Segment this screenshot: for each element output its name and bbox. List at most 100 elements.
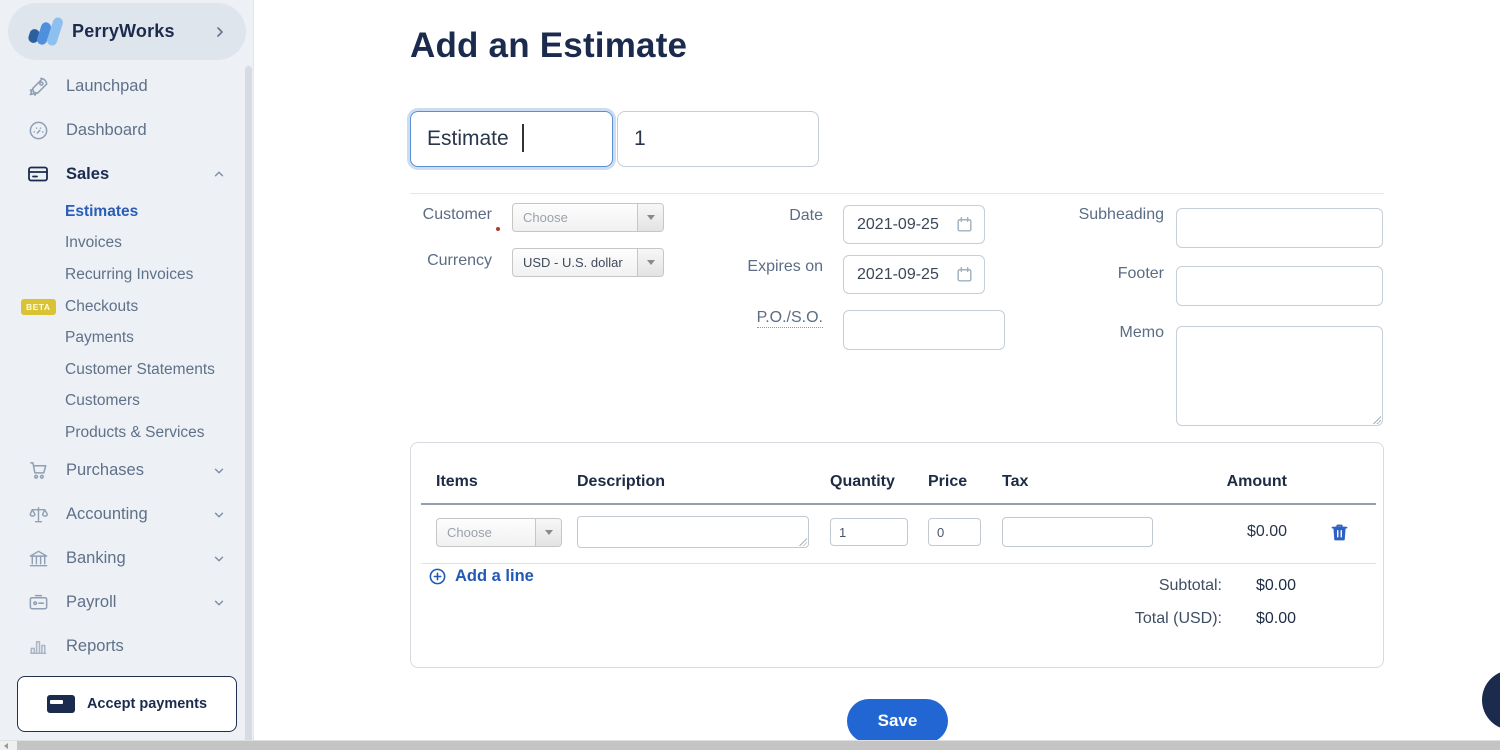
chevron-down-icon [212, 552, 226, 566]
expires-on-input[interactable]: 2021-09-25 [843, 255, 985, 294]
amount-column-header: Amount [1227, 473, 1287, 491]
total-value: $0.00 [1256, 610, 1296, 628]
horizontal-scrollbar[interactable] [0, 740, 1500, 750]
chevron-down-icon [212, 596, 226, 610]
currency-select[interactable]: USD - U.S. dollar [512, 248, 664, 277]
tax-column-header: Tax [1002, 473, 1028, 491]
expires-on-label: Expires on [723, 258, 823, 276]
resize-handle-icon[interactable] [1372, 415, 1381, 424]
sidebar-item-label: Launchpad [66, 77, 226, 96]
po-so-label: P.O./S.O. [723, 309, 823, 327]
sidebar-item-label: Reports [66, 637, 226, 656]
chevron-up-icon [212, 167, 226, 181]
sidebar-item-label: Customers [65, 392, 140, 410]
price-input[interactable] [928, 518, 981, 546]
quantity-input[interactable] [830, 518, 908, 546]
id-card-icon [25, 591, 51, 615]
date-value: 2021-09-25 [857, 216, 945, 234]
dropdown-arrow-icon [535, 519, 561, 546]
scroll-left-arrow-icon[interactable] [4, 743, 8, 749]
balance-scale-icon [25, 503, 51, 527]
line-items-card: Items Description Quantity Price Tax Amo… [410, 442, 1384, 668]
required-indicator [496, 227, 500, 231]
sidebar-item-launchpad[interactable]: Launchpad [0, 64, 246, 108]
subheading-input[interactable] [1176, 208, 1383, 248]
sidebar-item-label: Banking [66, 549, 212, 568]
line-amount: $0.00 [1247, 523, 1287, 541]
sidebar-item-label: Purchases [66, 461, 212, 480]
sidebar-item-dashboard[interactable]: Dashboard [0, 108, 246, 152]
po-so-input[interactable] [843, 310, 1005, 350]
sidebar-item-customer-statements[interactable]: Customer Statements [0, 354, 246, 386]
sidebar-item-label: Products & Services [65, 424, 205, 442]
description-column-header: Description [577, 473, 665, 491]
items-column-header: Items [436, 473, 478, 491]
accept-payments-button[interactable]: Accept payments [17, 676, 237, 732]
sidebar-item-products-services[interactable]: Products & Services [0, 417, 246, 449]
page-title: Add an Estimate [410, 26, 687, 66]
item-select[interactable]: Choose [436, 518, 562, 547]
date-input[interactable]: 2021-09-25 [843, 205, 985, 244]
footer-input[interactable] [1176, 266, 1383, 306]
estimate-title-input[interactable] [410, 111, 613, 167]
delete-line-button[interactable] [1326, 519, 1352, 545]
sidebar-item-payroll[interactable]: Payroll [0, 581, 246, 625]
credit-card-icon [47, 695, 75, 713]
add-line-button[interactable]: Add a line [428, 567, 534, 586]
sidebar-item-payments[interactable]: Payments [0, 322, 246, 354]
sidebar-item-label: Dashboard [66, 121, 226, 140]
customer-select[interactable]: Choose [512, 203, 664, 232]
sidebar-item-banking[interactable]: Banking [0, 537, 246, 581]
sidebar-scrollbar[interactable] [245, 66, 252, 744]
price-column-header: Price [928, 473, 967, 491]
brand-logo-button[interactable]: PerryWorks [8, 3, 246, 60]
date-label: Date [723, 207, 823, 225]
customer-select-value: Choose [513, 204, 637, 231]
sidebar-item-purchases[interactable]: Purchases [0, 449, 246, 493]
horizontal-scrollbar-thumb[interactable] [17, 741, 1500, 750]
accept-payments-label: Accept payments [87, 696, 207, 712]
sidebar-item-label: Checkouts [65, 298, 138, 316]
memo-textarea[interactable] [1176, 326, 1383, 426]
chevron-right-icon [212, 24, 228, 40]
brand-name: PerryWorks [72, 21, 212, 42]
section-divider [410, 193, 1384, 194]
subtotal-value: $0.00 [1256, 577, 1296, 595]
app-window: PerryWorks Launchpad Dashboard [0, 0, 1500, 750]
sidebar-item-label: Payments [65, 329, 134, 347]
help-chat-button[interactable] [1482, 670, 1500, 730]
bar-chart-icon [25, 635, 51, 659]
description-textarea[interactable] [577, 516, 809, 548]
gauge-icon [25, 118, 51, 142]
tax-input[interactable] [1002, 517, 1153, 547]
chevron-down-icon [212, 508, 226, 522]
item-select-value: Choose [437, 519, 535, 546]
sidebar-item-customers[interactable]: Customers [0, 386, 246, 418]
chevron-down-icon [212, 464, 226, 478]
sidebar-item-label: Accounting [66, 505, 212, 524]
sidebar-item-invoices[interactable]: Invoices [0, 228, 246, 260]
quantity-column-header: Quantity [830, 473, 895, 491]
dropdown-arrow-icon [637, 204, 663, 231]
sidebar-item-label: Sales [66, 165, 212, 184]
calendar-icon [955, 215, 974, 234]
sidebar-item-recurring-invoices[interactable]: Recurring Invoices [0, 259, 246, 291]
sidebar-item-label: Invoices [65, 234, 122, 252]
sidebar-item-sales[interactable]: Sales [0, 152, 246, 196]
add-line-label: Add a line [455, 567, 534, 586]
subtotal-label: Subtotal: [1159, 577, 1222, 595]
save-button[interactable]: Save [847, 699, 948, 743]
shopping-cart-icon [25, 459, 51, 483]
credit-card-icon [25, 162, 51, 186]
sidebar-item-estimates[interactable]: Estimates [0, 196, 246, 228]
sidebar-item-reports[interactable]: Reports [0, 625, 246, 669]
customer-label: Customer [392, 206, 492, 224]
dropdown-arrow-icon [637, 249, 663, 276]
sidebar-item-checkouts[interactable]: BETA Checkouts [0, 291, 246, 323]
beta-badge: BETA [21, 299, 56, 315]
estimate-number-input[interactable] [617, 111, 819, 167]
sidebar-item-accounting[interactable]: Accounting [0, 493, 246, 537]
sidebar-item-label: Payroll [66, 593, 212, 612]
resize-handle-icon[interactable] [798, 537, 807, 546]
text-caret [522, 124, 524, 152]
